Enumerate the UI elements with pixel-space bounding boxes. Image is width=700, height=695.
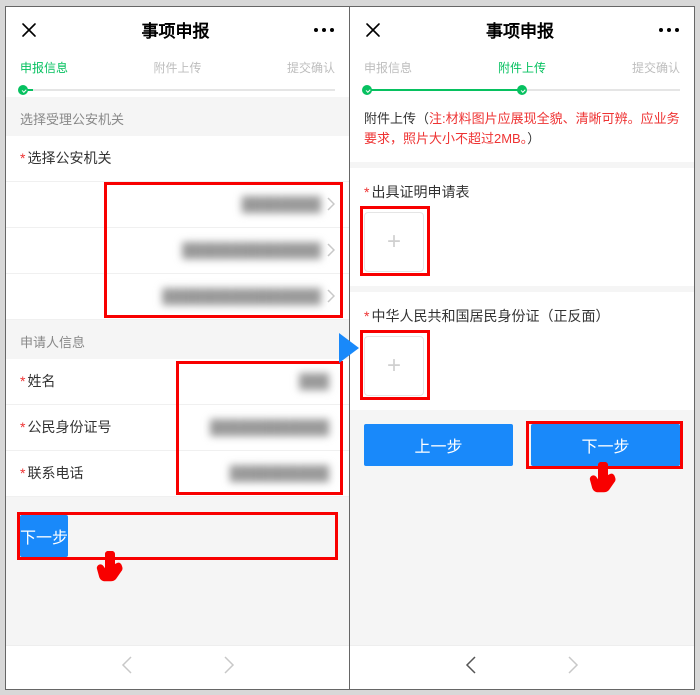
section-agency-title: 选择受理公安机关 <box>6 97 349 136</box>
nav-back-icon[interactable] <box>465 655 477 680</box>
pointer-hand-icon <box>92 547 132 587</box>
field-id-number[interactable]: *公民身份证号 ████████████ <box>6 405 349 451</box>
plus-icon: + <box>387 228 401 256</box>
step-1: 申报信息 <box>20 59 125 76</box>
page-title: 事项申报 <box>486 17 554 42</box>
chevron-right-icon <box>327 289 335 303</box>
upload-label-1: *出具证明申请表 <box>350 168 694 206</box>
chevron-right-icon <box>327 243 335 257</box>
nav-forward-icon[interactable] <box>223 655 235 680</box>
bottom-nav <box>350 645 694 689</box>
agency-selector-head: *选择公安机关 <box>6 136 349 182</box>
agency-option[interactable]: ████████ <box>6 182 349 228</box>
more-icon[interactable] <box>313 27 335 33</box>
upload-label-2: *中华人民共和国居民身份证（正反面） <box>350 292 694 330</box>
section-applicant-title: 申请人信息 <box>6 320 349 359</box>
nav-forward-icon[interactable] <box>567 655 579 680</box>
pointer-hand-icon <box>585 458 625 498</box>
step-indicator: 申报信息 附件上传 提交确认 <box>350 53 694 97</box>
step-2: 附件上传 <box>125 59 230 76</box>
nav-back-icon[interactable] <box>121 655 133 680</box>
flow-arrow-icon <box>337 331 363 365</box>
dual-screenshot-frame: 事项申报 申报信息 附件上传 提交确认 选择受理公安机关 *选择公安机关 ███… <box>5 6 695 690</box>
upload-add-button[interactable]: + <box>364 212 424 272</box>
upload-add-button[interactable]: + <box>364 336 424 396</box>
step-3: 提交确认 <box>575 59 680 76</box>
field-phone[interactable]: *联系电话 ██████████ <box>6 451 349 497</box>
more-icon[interactable] <box>658 27 680 33</box>
close-icon[interactable] <box>20 21 38 39</box>
bottom-nav <box>6 645 349 689</box>
next-button[interactable]: 下一步 <box>20 515 68 557</box>
pane-step2: 事项申报 申报信息 附件上传 提交确认 附件上传（注:材料图片应展现全貌、清晰可… <box>350 7 694 689</box>
pane-step1: 事项申报 申报信息 附件上传 提交确认 选择受理公安机关 *选择公安机关 ███… <box>6 7 350 689</box>
close-icon[interactable] <box>364 21 382 39</box>
step-3: 提交确认 <box>230 59 335 76</box>
agency-option[interactable]: ████████████████ <box>6 274 349 320</box>
chevron-right-icon <box>327 197 335 211</box>
step-indicator: 申报信息 附件上传 提交确认 <box>6 53 349 97</box>
page-title: 事项申报 <box>142 17 210 42</box>
step-1: 申报信息 <box>364 59 469 76</box>
field-name[interactable]: *姓名 ███ <box>6 359 349 405</box>
step-2: 附件上传 <box>469 59 574 76</box>
upload-notice: 附件上传（注:材料图片应展现全貌、清晰可辨。应业务要求，照片大小不超过2MB。） <box>350 97 694 163</box>
agency-option[interactable]: ██████████████ <box>6 228 349 274</box>
plus-icon: + <box>387 352 401 380</box>
header: 事项申报 <box>350 7 694 53</box>
header: 事项申报 <box>6 7 349 53</box>
prev-button[interactable]: 上一步 <box>364 424 513 466</box>
